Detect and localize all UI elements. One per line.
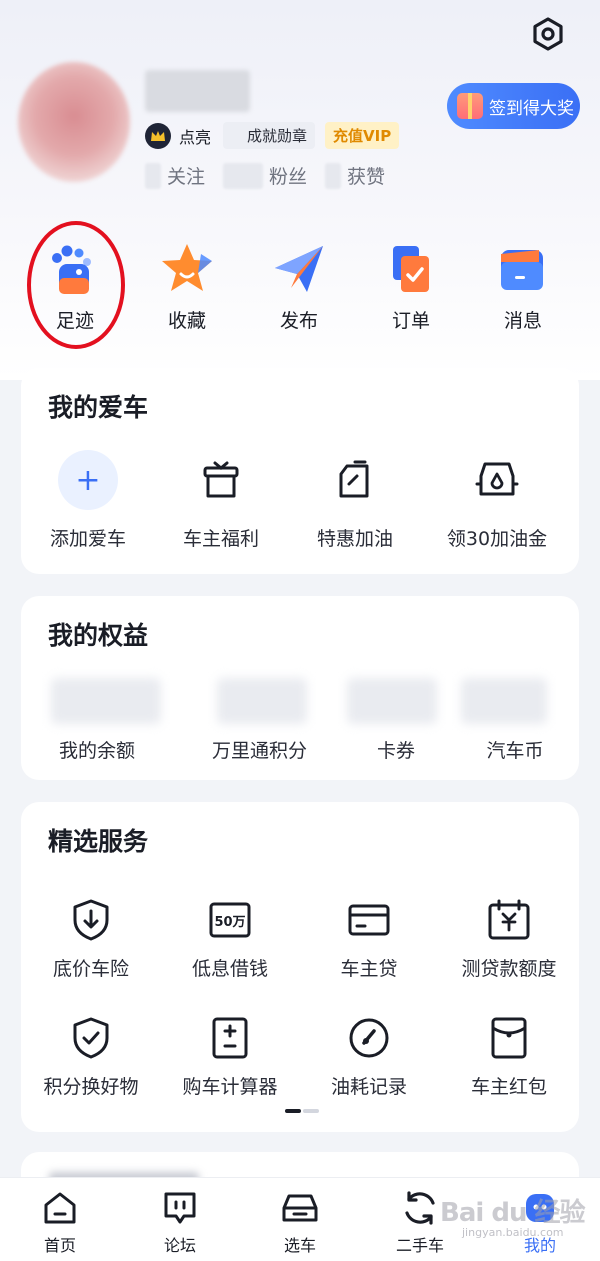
coupons-value-blurred xyxy=(347,678,437,724)
balance-label[interactable]: 我的余额 xyxy=(37,736,157,763)
service-loan-limit-label: 测贷款额度 xyxy=(461,958,557,980)
home-icon xyxy=(40,1188,80,1228)
card-icon xyxy=(345,896,393,944)
refresh-icon xyxy=(400,1188,440,1228)
tab-choose-car[interactable]: 选车 xyxy=(250,1188,350,1256)
car-coins-value-blurred xyxy=(461,678,547,724)
signin-label: 签到得大奖 xyxy=(489,98,574,119)
points-label[interactable]: 万里通积分 xyxy=(197,736,322,763)
service-loan-label: 低息借钱 xyxy=(191,958,268,980)
svg-text:50万: 50万 xyxy=(214,915,245,930)
fans-label[interactable]: 粉丝 xyxy=(269,162,307,189)
service-car-calculator-label: 购车计算器 xyxy=(182,1076,278,1098)
calendar-yuan-icon xyxy=(485,896,533,944)
service-red-envelope-label: 车主红包 xyxy=(470,1076,547,1098)
service-points-exchange-label: 积分换好物 xyxy=(43,1076,139,1098)
badge-row: 点亮 成就勋章 充值VIP xyxy=(145,122,400,149)
service-loan[interactable]: 50万 低息借钱 xyxy=(160,896,300,981)
fuel-cash-button[interactable]: 领30加油金 xyxy=(427,450,567,551)
crown-icon xyxy=(145,122,171,149)
services-card: 精选服务 底价车险 50万 低息借钱 车主贷 测贷款额度 积分换好物 购车计算器… xyxy=(21,802,579,1132)
gauge-icon xyxy=(345,1014,393,1062)
car-icon xyxy=(280,1188,320,1228)
quick-publish-label: 发布 xyxy=(279,310,318,332)
owner-benefits-button[interactable]: 车主福利 xyxy=(151,450,291,551)
signin-button[interactable]: 签到得大奖 xyxy=(447,83,580,129)
service-red-envelope[interactable]: 车主红包 xyxy=(439,1014,579,1099)
watermark-logo: Bai du 经验 xyxy=(440,1198,585,1228)
fuel-discount-button[interactable]: 特惠加油 xyxy=(285,450,425,551)
quick-publish[interactable]: 发布 xyxy=(254,240,344,333)
service-owner-loan-label: 车主贷 xyxy=(340,958,398,980)
service-owner-loan[interactable]: 车主贷 xyxy=(299,896,439,981)
tab-home-label: 首页 xyxy=(43,1236,76,1255)
loan-50w-icon: 50万 xyxy=(206,896,254,944)
shield-check-icon xyxy=(67,1014,115,1062)
gift-icon xyxy=(457,93,483,119)
fans-count-blurred xyxy=(223,162,264,189)
service-insurance[interactable]: 底价车险 xyxy=(21,896,161,981)
order-icon xyxy=(381,240,441,296)
following-label[interactable]: 关注 xyxy=(167,162,205,189)
service-fuel-record-label: 油耗记录 xyxy=(330,1076,407,1098)
red-envelope-icon xyxy=(485,1014,533,1062)
car-coins-label[interactable]: 汽车币 xyxy=(470,736,560,763)
forum-icon xyxy=(160,1188,200,1228)
badge-label[interactable]: 点亮 xyxy=(179,124,211,148)
tab-forum[interactable]: 论坛 xyxy=(130,1188,230,1256)
settings-button[interactable] xyxy=(528,14,568,54)
my-car-title: 我的爱车 xyxy=(48,393,149,422)
vip-recharge-button[interactable]: 充值VIP xyxy=(325,122,400,149)
page-dot xyxy=(303,1109,319,1113)
fuel-discount-label: 特惠加油 xyxy=(316,528,393,550)
quick-favorites-label: 收藏 xyxy=(167,310,206,332)
quick-orders[interactable]: 订单 xyxy=(366,240,456,333)
quick-favorites[interactable]: 收藏 xyxy=(142,240,232,333)
my-rights-title: 我的权益 xyxy=(48,621,149,650)
points-value-blurred xyxy=(217,678,307,724)
my-rights-card: 我的权益 我的余额 万里通积分 卡券 汽车币 xyxy=(21,596,579,780)
page-dot-active xyxy=(285,1109,301,1113)
tab-choose-car-label: 选车 xyxy=(283,1236,316,1255)
calculator-icon xyxy=(206,1014,254,1062)
following-count-blurred xyxy=(145,162,161,189)
add-icon: + xyxy=(58,450,118,510)
service-fuel-record[interactable]: 油耗记录 xyxy=(299,1014,439,1099)
shield-down-icon xyxy=(67,896,115,944)
my-car-card: 我的爱车 + 添加爱车 车主福利 特惠加油 领30加油金 xyxy=(21,368,579,574)
owner-benefits-label: 车主福利 xyxy=(182,528,259,550)
send-icon xyxy=(269,240,329,296)
tab-home[interactable]: 首页 xyxy=(10,1188,110,1256)
avatar[interactable] xyxy=(18,62,130,182)
balance-value-blurred xyxy=(51,678,161,724)
services-title: 精选服务 xyxy=(48,827,149,856)
quick-orders-label: 订单 xyxy=(391,310,430,332)
tab-forum-label: 论坛 xyxy=(163,1236,196,1255)
page-indicator xyxy=(285,1109,319,1113)
service-loan-limit[interactable]: 测贷款额度 xyxy=(439,896,579,981)
stats-row: 关注 粉丝 获赞 xyxy=(145,162,403,189)
add-car-label: 添加爱车 xyxy=(49,528,126,550)
service-points-exchange[interactable]: 积分换好物 xyxy=(21,1014,161,1099)
highlight-circle xyxy=(27,221,125,349)
fuel-pump-icon xyxy=(467,450,527,510)
likes-count-blurred xyxy=(325,162,342,189)
settings-icon xyxy=(533,17,563,51)
service-car-calculator[interactable]: 购车计算器 xyxy=(160,1014,300,1099)
service-insurance-label: 底价车险 xyxy=(52,958,129,980)
fuel-cash-label: 领30加油金 xyxy=(446,528,548,550)
fuel-can-icon xyxy=(325,450,385,510)
message-icon xyxy=(493,240,553,296)
achievement-button[interactable]: 成就勋章 xyxy=(223,122,316,149)
likes-label[interactable]: 获赞 xyxy=(347,162,385,189)
quick-messages[interactable]: 消息 xyxy=(478,240,568,333)
tab-used-car-label: 二手车 xyxy=(395,1236,444,1255)
watermark-url: jingyan.baidu.com xyxy=(462,1226,564,1239)
coupons-label[interactable]: 卡券 xyxy=(356,736,436,763)
star-icon xyxy=(157,240,217,296)
quick-messages-label: 消息 xyxy=(503,310,542,332)
gift-box-icon xyxy=(191,450,251,510)
add-car-button[interactable]: + 添加爱车 xyxy=(18,450,158,551)
username-blurred[interactable] xyxy=(145,70,250,112)
